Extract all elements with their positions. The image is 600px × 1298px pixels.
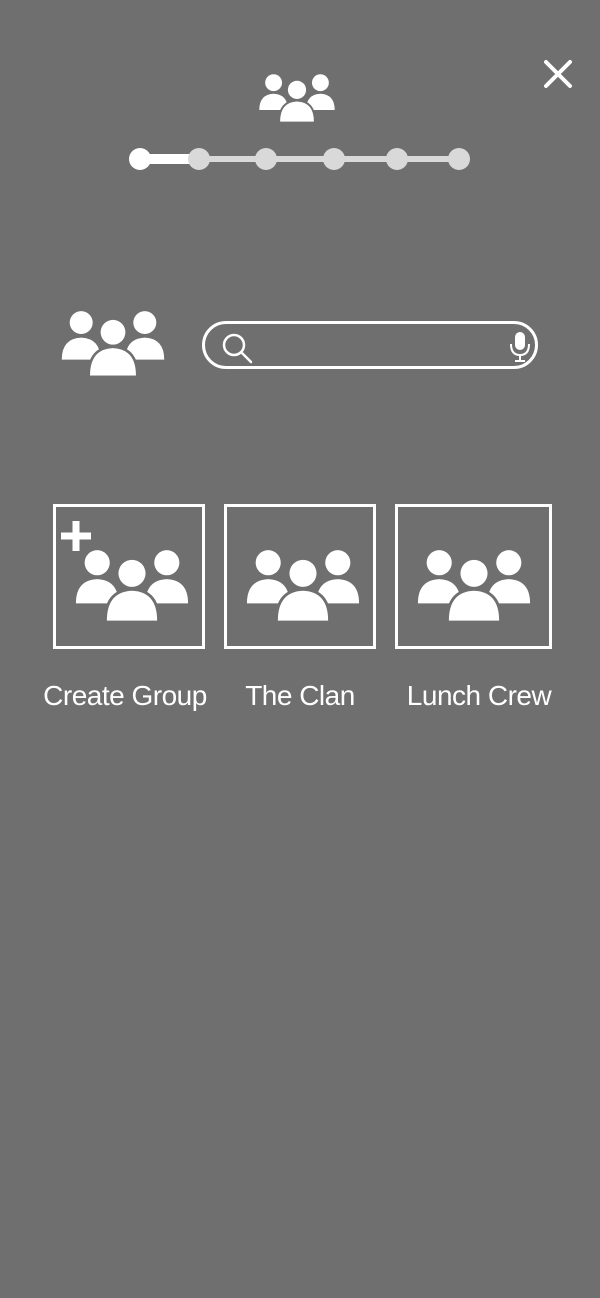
group-tile-the-clan[interactable] [224, 504, 376, 649]
progress-step-dot [188, 148, 210, 170]
group-icon [416, 547, 532, 621]
close-button[interactable] [538, 54, 578, 94]
close-icon [544, 60, 572, 88]
search-bar [202, 321, 538, 369]
search-icon[interactable] [221, 332, 253, 364]
microphone-icon[interactable] [507, 330, 533, 364]
progress-step-dot [323, 148, 345, 170]
progress-step-dot [386, 148, 408, 170]
group-tile-lunch-crew[interactable] [395, 504, 552, 649]
progress-stepper [128, 146, 474, 172]
group-icon [60, 308, 166, 376]
group-icon [74, 547, 190, 621]
group-label-lunch-crew: Lunch Crew [406, 680, 552, 711]
group-label-the-clan: The Clan [245, 680, 355, 711]
create-group-tile[interactable] [53, 504, 205, 649]
create-group-label: Create Group [43, 680, 207, 711]
search-input[interactable] [263, 330, 487, 362]
plus-icon [61, 521, 91, 551]
progress-step-dot [255, 148, 277, 170]
progress-step-dot [129, 148, 151, 170]
group-icon [258, 72, 336, 122]
group-icon [245, 547, 361, 621]
progress-step-dot [448, 148, 470, 170]
